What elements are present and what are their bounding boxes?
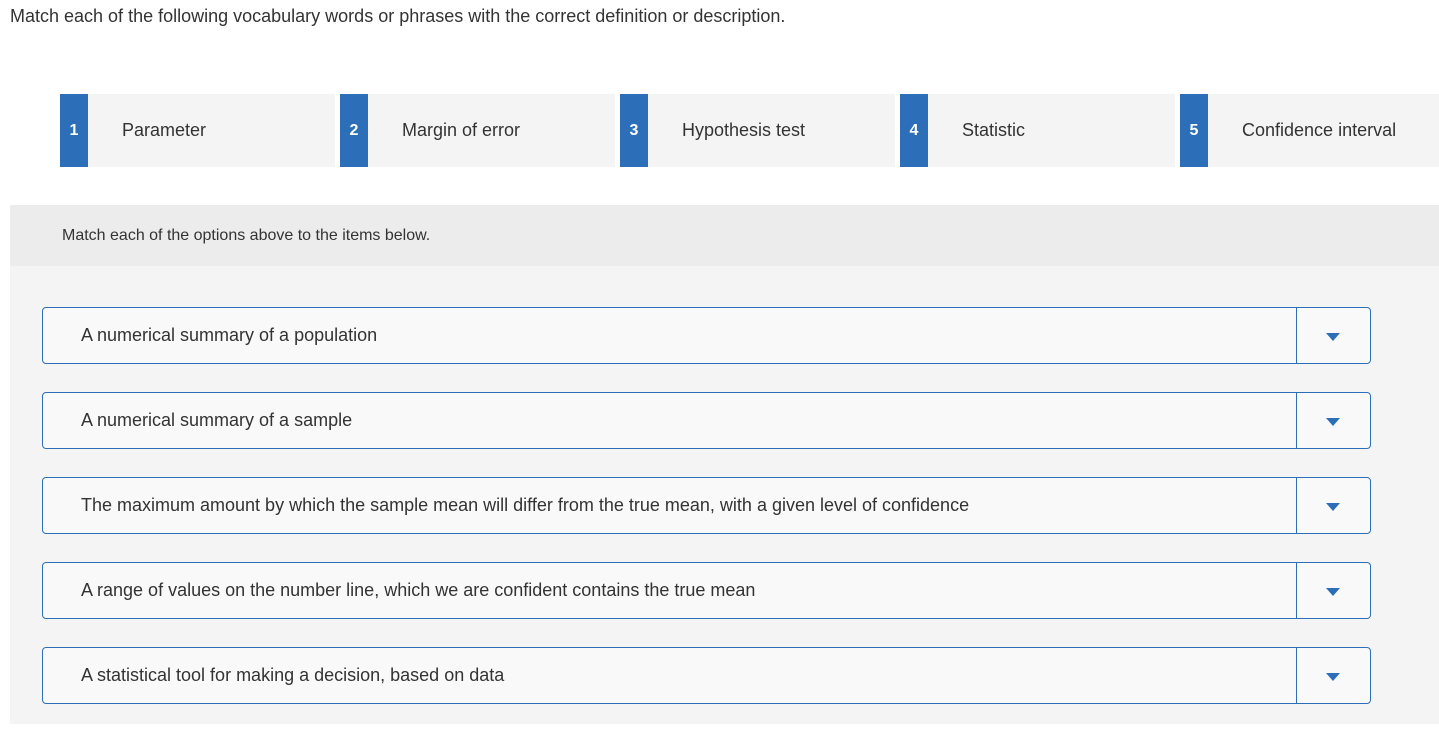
match-panel: Match each of the options above to the i… xyxy=(10,205,1439,724)
question-instructions: Match each of the following vocabulary w… xyxy=(10,6,786,26)
match-item-text: A numerical summary of a population xyxy=(81,325,378,345)
match-dropdown[interactable] xyxy=(1296,393,1370,448)
option-number-badge: 5 xyxy=(1180,94,1208,167)
option-label: Confidence interval xyxy=(1242,120,1397,140)
option-number-badge: 2 xyxy=(340,94,368,167)
match-item-text: A range of values on the number line, wh… xyxy=(81,580,756,600)
option-number-badge: 1 xyxy=(60,94,88,167)
option-parameter[interactable]: 1 Parameter xyxy=(60,94,335,167)
match-item-sample-summary: A numerical summary of a sample xyxy=(42,392,1371,449)
match-item-text: A numerical summary of a sample xyxy=(81,410,353,430)
match-dropdown[interactable] xyxy=(1296,308,1370,363)
option-number-badge: 3 xyxy=(620,94,648,167)
match-item-text: The maximum amount by which the sample m… xyxy=(81,495,970,515)
match-item-range-of-values: A range of values on the number line, wh… xyxy=(42,562,1371,619)
option-hypothesis-test[interactable]: 3 Hypothesis test xyxy=(620,94,895,167)
match-dropdown[interactable] xyxy=(1296,478,1370,533)
match-dropdown[interactable] xyxy=(1296,648,1370,703)
match-item-population-summary: A numerical summary of a population xyxy=(42,307,1371,364)
option-confidence-interval[interactable]: 5 Confidence interval xyxy=(1180,94,1439,167)
option-label: Margin of error xyxy=(402,120,521,140)
caret-down-icon xyxy=(1326,418,1340,426)
option-label: Statistic xyxy=(962,120,1026,140)
match-item-max-difference: The maximum amount by which the sample m… xyxy=(42,477,1371,534)
option-label: Hypothesis test xyxy=(682,120,806,140)
match-instructions: Match each of the options above to the i… xyxy=(62,226,431,244)
matching-question: Match each of the following vocabulary w… xyxy=(0,0,1439,734)
option-number-badge: 4 xyxy=(900,94,928,167)
match-panel-header: Match each of the options above to the i… xyxy=(10,205,1439,266)
match-dropdown[interactable] xyxy=(1296,563,1370,618)
option-margin-of-error[interactable]: 2 Margin of error xyxy=(340,94,615,167)
match-item-decision-tool: A statistical tool for making a decision… xyxy=(42,647,1371,704)
caret-down-icon xyxy=(1326,673,1340,681)
option-statistic[interactable]: 4 Statistic xyxy=(900,94,1175,167)
option-label: Parameter xyxy=(122,120,207,140)
match-item-text: A statistical tool for making a decision… xyxy=(81,665,505,685)
caret-down-icon xyxy=(1326,588,1340,596)
caret-down-icon xyxy=(1326,503,1340,511)
caret-down-icon xyxy=(1326,333,1340,341)
options-row: 1 Parameter 2 Margin of error 3 Hypothes… xyxy=(60,94,1439,167)
